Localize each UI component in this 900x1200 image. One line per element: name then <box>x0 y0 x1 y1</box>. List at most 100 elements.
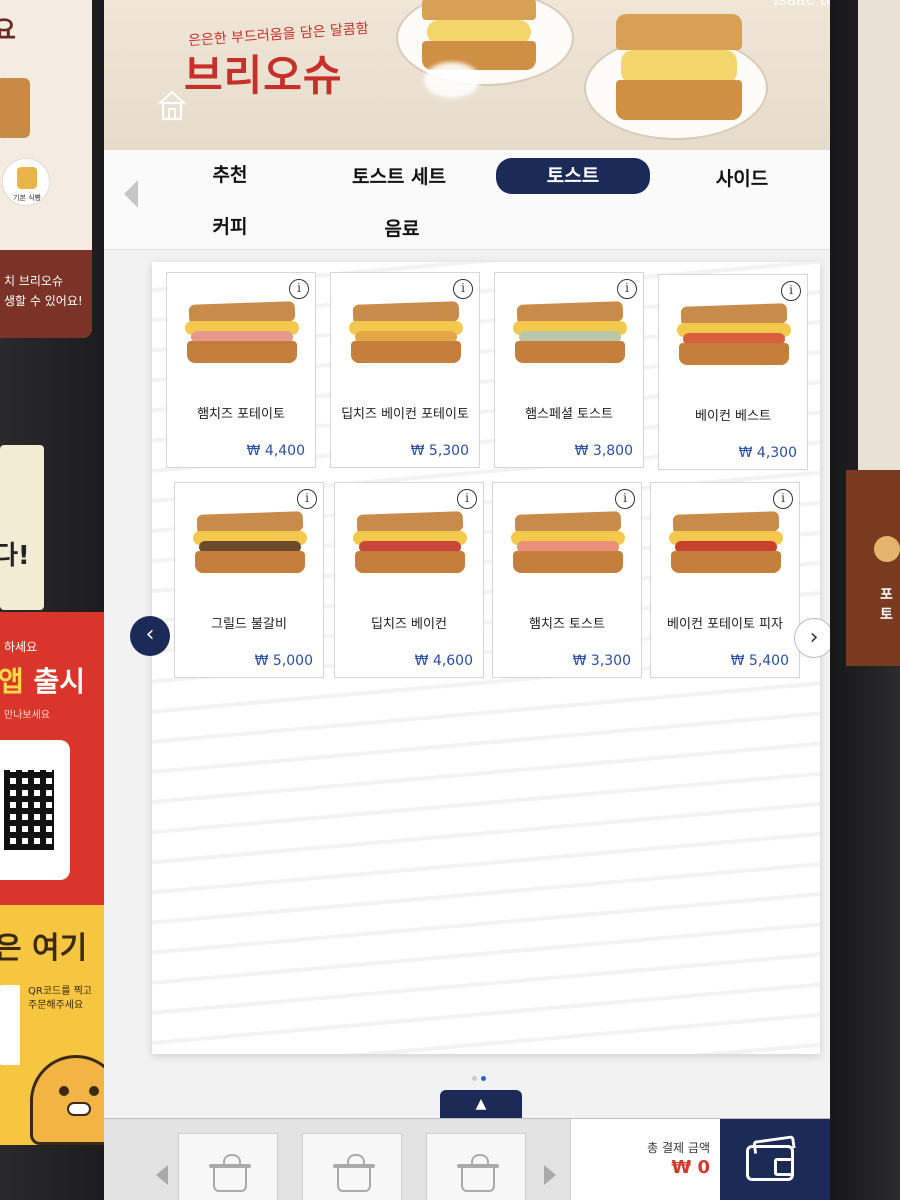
home-button[interactable] <box>156 88 188 122</box>
total-label: 총 결제 금액 <box>647 1141 710 1155</box>
total-value: ₩ 0 <box>671 1157 710 1178</box>
cart-next-arrow[interactable] <box>544 1165 556 1185</box>
mascot-eye <box>59 1086 69 1096</box>
cart-slot[interactable] <box>302 1133 402 1200</box>
basket-icon <box>457 1154 499 1192</box>
sandwich-image <box>353 511 467 581</box>
menu-item-name: 딥치즈 베이컨 <box>371 617 447 632</box>
menu-prev-page-button[interactable]: ‹ <box>130 616 170 656</box>
info-icon[interactable]: i <box>297 489 317 509</box>
bread-bottom <box>679 343 789 365</box>
app-sticker-headline-rest: 출시 <box>23 665 86 698</box>
brand-name: isaac toast <box>773 0 830 9</box>
cart-slot[interactable] <box>178 1133 278 1200</box>
info-icon[interactable]: i <box>615 489 635 509</box>
menu-item-name: 그릴드 불갈비 <box>211 617 287 632</box>
sandwich-image <box>349 301 463 371</box>
menu-item-price: ₩ 5,000 <box>254 653 313 669</box>
wall-sticker: 다! <box>0 445 44 610</box>
tabs-prev-arrow[interactable] <box>124 180 138 208</box>
menu-item-card[interactable]: i 베이컨 베스트 ₩ 4,300 <box>658 274 808 470</box>
menu-item-price: ₩ 4,400 <box>246 443 305 459</box>
app-sticker-sub: 만나보세요 <box>4 710 50 721</box>
menu-item-name: 햄치즈 토스트 <box>529 617 605 632</box>
info-icon[interactable]: i <box>781 281 801 301</box>
banner-title: 브리오슈 <box>184 51 343 100</box>
bread-bottom <box>671 551 781 573</box>
wall-sticker-text: 다! <box>0 541 30 571</box>
page-dot-active[interactable] <box>481 1076 486 1081</box>
qr-sticker-instructions: QR코드를 찍고 주문해주세요 <box>28 985 92 1013</box>
order-total: 총 결제 금액 ₩ 0 <box>570 1119 720 1200</box>
page-dot[interactable] <box>472 1076 477 1081</box>
promo-badge: 기본 식빵 <box>2 158 50 206</box>
menu-item-name: 베이컨 베스트 <box>695 409 771 424</box>
menu-item-price: ₩ 5,300 <box>410 443 469 459</box>
menu-next-page-button[interactable]: › <box>794 618 830 658</box>
tab-side[interactable]: 사이드 <box>702 164 782 191</box>
qr-sticker-line-1: QR코드를 찍고 <box>28 986 92 997</box>
tab-toast[interactable]: 토스트 <box>496 158 650 194</box>
bread-image <box>0 78 30 138</box>
menu-item-card[interactable]: i 딥치즈 베이컨 포테이토 ₩ 5,300 <box>330 272 480 468</box>
menu-item-card[interactable]: i 햄스페셜 토스트 ₩ 3,800 <box>494 272 644 468</box>
bread-bottom <box>355 551 465 573</box>
wallet-icon <box>746 1145 794 1181</box>
app-launch-sticker: 하세요 앱 출시 만나보세요 <box>0 612 120 912</box>
tab-toast-set[interactable]: 토스트 세트 <box>334 162 464 189</box>
chevron-up-icon: ▲ <box>475 1096 487 1112</box>
menu-item-card[interactable]: i 딥치즈 베이컨 ₩ 4,600 <box>334 482 484 678</box>
qr-code <box>0 985 20 1065</box>
chevron-right-icon: › <box>809 625 819 650</box>
toast-filling <box>621 50 737 84</box>
app-sticker-small: 하세요 <box>4 640 38 654</box>
promo-banner[interactable]: 은은한 부드러움을 담은 달콤함 브리오슈 isaac toast <box>104 0 830 150</box>
right-wall-panel <box>858 0 900 470</box>
menu-item-card[interactable]: i 햄치즈 포테이토 ₩ 4,400 <box>166 272 316 468</box>
menu-item-card[interactable]: i 햄치즈 토스트 ₩ 3,300 <box>492 482 642 678</box>
tab-beverage[interactable]: 음료 <box>362 214 442 241</box>
info-icon[interactable]: i <box>453 279 473 299</box>
cart-slot[interactable] <box>426 1133 526 1200</box>
page-indicator <box>470 1066 488 1085</box>
promo-line-1: 치 브리오슈 <box>0 270 68 291</box>
promo-line-2: 생할 수 있어요! <box>0 290 87 311</box>
kiosk-screen: 은은한 부드러움을 담은 달콤함 브리오슈 isaac toast 추천 토스트… <box>104 0 830 1200</box>
kiosk-right-surround: 포토 <box>822 0 900 1200</box>
toast-top <box>422 0 536 20</box>
menu-item-price: ₩ 4,300 <box>738 445 797 461</box>
bread-icon <box>17 167 37 189</box>
info-icon[interactable]: i <box>773 489 793 509</box>
expand-cart-button[interactable]: ▲ <box>440 1090 522 1118</box>
info-icon[interactable]: i <box>457 489 477 509</box>
mascot-eye <box>89 1086 99 1096</box>
chevron-left-icon: ‹ <box>145 622 155 647</box>
screen-glare <box>424 62 480 98</box>
promo-badge-label: 기본 식빵 <box>13 194 41 202</box>
pay-button[interactable] <box>720 1119 830 1200</box>
tab-recommend[interactable]: 추천 <box>190 160 270 187</box>
sandwich-image <box>511 511 625 581</box>
promo-title: 요 <box>0 16 16 46</box>
menu-grid-panel: i 햄치즈 포테이토 ₩ 4,400 i 딥치즈 베이컨 포테이토 ₩ 5,30… <box>152 262 820 1054</box>
info-icon[interactable]: i <box>289 279 309 299</box>
basket-icon <box>333 1154 375 1192</box>
toast-top <box>616 14 742 51</box>
sandwich-image <box>513 301 627 371</box>
qr-sticker-line-2: 주문해주세요 <box>28 1000 84 1011</box>
menu-item-name: 햄치즈 포테이토 <box>197 407 285 422</box>
menu-item-name: 딥치즈 베이컨 포테이토 <box>341 407 469 422</box>
menu-item-price: ₩ 5,400 <box>730 653 789 669</box>
tab-coffee[interactable]: 커피 <box>190 212 270 239</box>
order-bar: 총 결제 금액 ₩ 0 <box>104 1118 830 1200</box>
info-icon[interactable]: i <box>617 279 637 299</box>
menu-item-card[interactable]: i 베이컨 포테이토 피자 ₩ 5,400 <box>650 482 800 678</box>
menu-item-price: ₩ 4,600 <box>414 653 473 669</box>
menu-item-card[interactable]: i 그릴드 불갈비 ₩ 5,000 <box>174 482 324 678</box>
sandwich-image <box>185 301 299 371</box>
sandwich-image <box>677 303 791 373</box>
cart-prev-arrow[interactable] <box>156 1165 168 1185</box>
right-poster-text: 포토 <box>880 587 893 623</box>
app-sticker-headline: 앱 출시 <box>0 660 85 700</box>
menu-item-name: 베이컨 포테이토 피자 <box>667 617 783 632</box>
